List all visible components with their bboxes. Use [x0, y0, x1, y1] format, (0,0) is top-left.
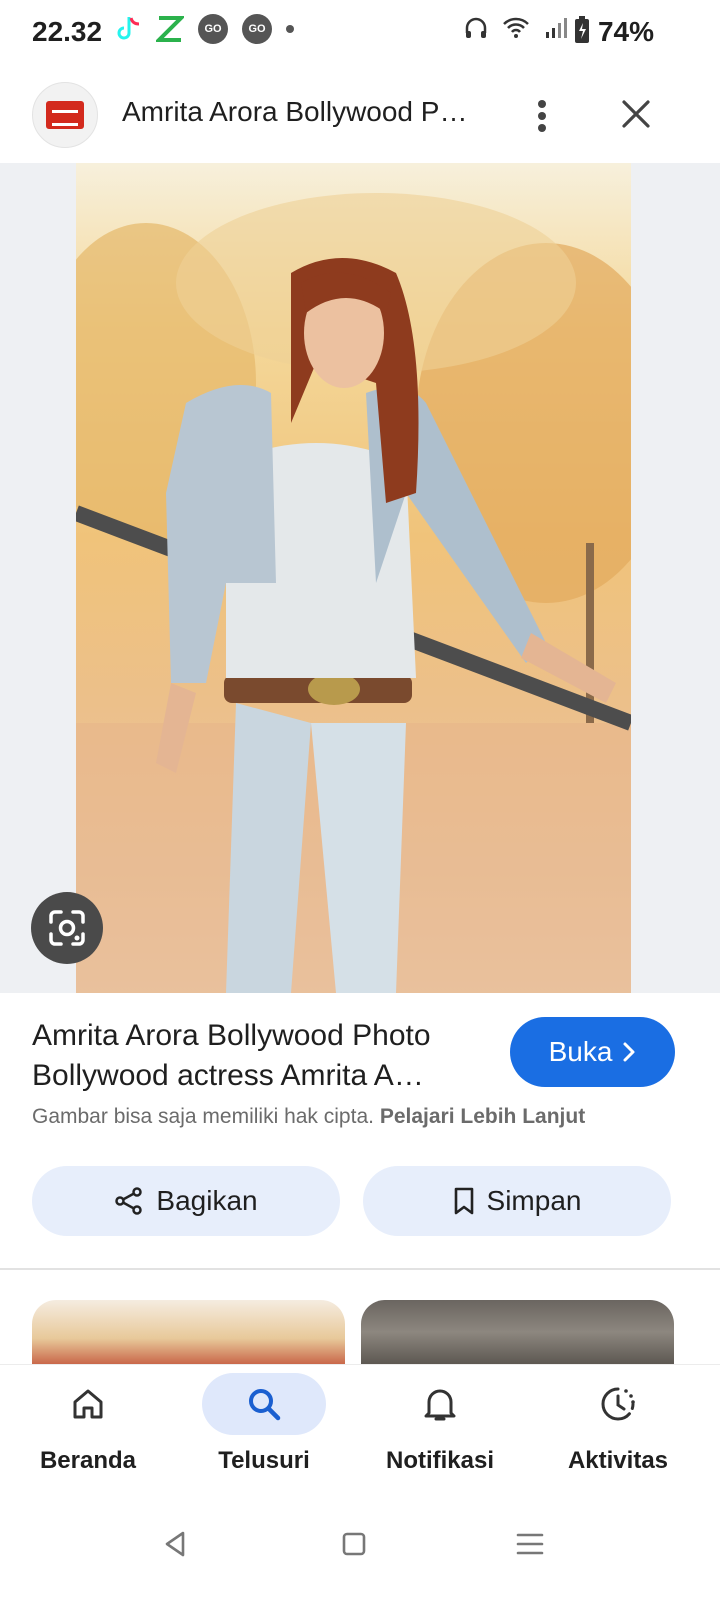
nav-item-notifications[interactable]: Notifikasi — [352, 1373, 528, 1483]
result-title-line-1: Amrita Arora Bollywood Photo — [32, 1019, 431, 1052]
section-divider — [0, 1268, 720, 1270]
nav-icon-container — [202, 1373, 326, 1435]
google-lens-button[interactable] — [31, 892, 103, 964]
nav-icon-container — [556, 1373, 680, 1435]
nav-label-notifications: Notifikasi — [385, 1447, 495, 1474]
result-title-line-2: Bollywood actress Amrita A… — [32, 1059, 424, 1092]
activity-icon — [601, 1387, 635, 1421]
site-logo-mark — [46, 101, 84, 129]
search-icon — [249, 1389, 281, 1421]
status-bar: 22.32 GO GO 74% — [0, 0, 720, 64]
chevron-right-icon — [623, 1042, 635, 1062]
share-icon — [115, 1187, 143, 1215]
open-button-label: Buka — [548, 1036, 613, 1067]
nav-item-activity[interactable]: Aktivitas — [530, 1373, 706, 1483]
nav-label-activity: Aktivitas — [567, 1447, 669, 1474]
share-button-label: Bagikan — [156, 1185, 258, 1216]
status-app-icons: GO GO — [114, 14, 294, 44]
preview-photo[interactable] — [76, 163, 631, 993]
go-badge-icon: GO — [198, 14, 228, 44]
more-options-button[interactable] — [520, 88, 564, 144]
signal-icon — [542, 14, 570, 42]
result-title[interactable]: Amrita Arora Bollywood Photo Bollywood a… — [32, 1016, 492, 1096]
close-button[interactable] — [612, 90, 660, 138]
copyright-text: Gambar bisa saja memiliki hak cipta. — [32, 1105, 374, 1128]
battery-percent: 74% — [597, 16, 654, 47]
system-home-button[interactable] — [330, 1520, 378, 1568]
system-recents-button[interactable] — [506, 1520, 554, 1568]
nav-item-search[interactable]: Telusuri — [176, 1373, 352, 1483]
related-image-1[interactable] — [32, 1300, 345, 1364]
system-navigation-bar — [0, 1490, 720, 1600]
share-button[interactable]: Bagikan — [32, 1166, 340, 1236]
home-square-icon — [342, 1532, 366, 1556]
related-image-2[interactable] — [361, 1300, 674, 1364]
save-button-label: Simpan — [486, 1185, 582, 1216]
nav-label-home: Beranda — [39, 1447, 137, 1474]
x-app-icon — [156, 15, 184, 43]
tiktok-icon — [114, 15, 142, 43]
back-triangle-icon — [165, 1531, 185, 1557]
nav-label-search: Telusuri — [218, 1447, 310, 1474]
save-button[interactable]: Simpan — [363, 1166, 671, 1236]
open-button[interactable]: Buka — [510, 1017, 675, 1087]
status-time: 22.32 — [32, 16, 103, 47]
bell-icon — [424, 1389, 456, 1421]
bookmark-icon — [454, 1187, 473, 1215]
page-title[interactable]: Amrita Arora Bollywood P… — [122, 96, 467, 128]
wifi-icon — [502, 14, 530, 42]
system-back-button[interactable] — [152, 1520, 200, 1568]
nav-item-home[interactable]: Beranda — [0, 1373, 176, 1483]
menu-lines-icon — [516, 1533, 544, 1555]
battery-icon — [568, 16, 596, 44]
google-lens-icon — [49, 910, 85, 946]
site-logo[interactable] — [32, 82, 98, 148]
status-system-icons — [462, 14, 570, 42]
notification-dot — [286, 25, 294, 33]
go-badge-icon: GO — [242, 14, 272, 44]
close-icon — [622, 100, 650, 128]
bottom-navigation: Beranda Telusuri Notifikasi Aktivitas — [0, 1364, 720, 1490]
photo-illustration — [76, 193, 631, 993]
more-vertical-icon — [538, 100, 546, 132]
nav-icon-container — [378, 1373, 502, 1435]
copyright-notice: Gambar bisa saja memiliki hak cipta. Pel… — [32, 1105, 585, 1129]
headphones-icon — [462, 14, 490, 42]
viewer-header: Amrita Arora Bollywood P… — [0, 78, 720, 162]
home-icon — [73, 1389, 103, 1419]
image-preview-area — [0, 163, 720, 993]
learn-more-link[interactable]: Pelajari Lebih Lanjut — [380, 1105, 585, 1128]
nav-icon-container — [26, 1373, 150, 1435]
